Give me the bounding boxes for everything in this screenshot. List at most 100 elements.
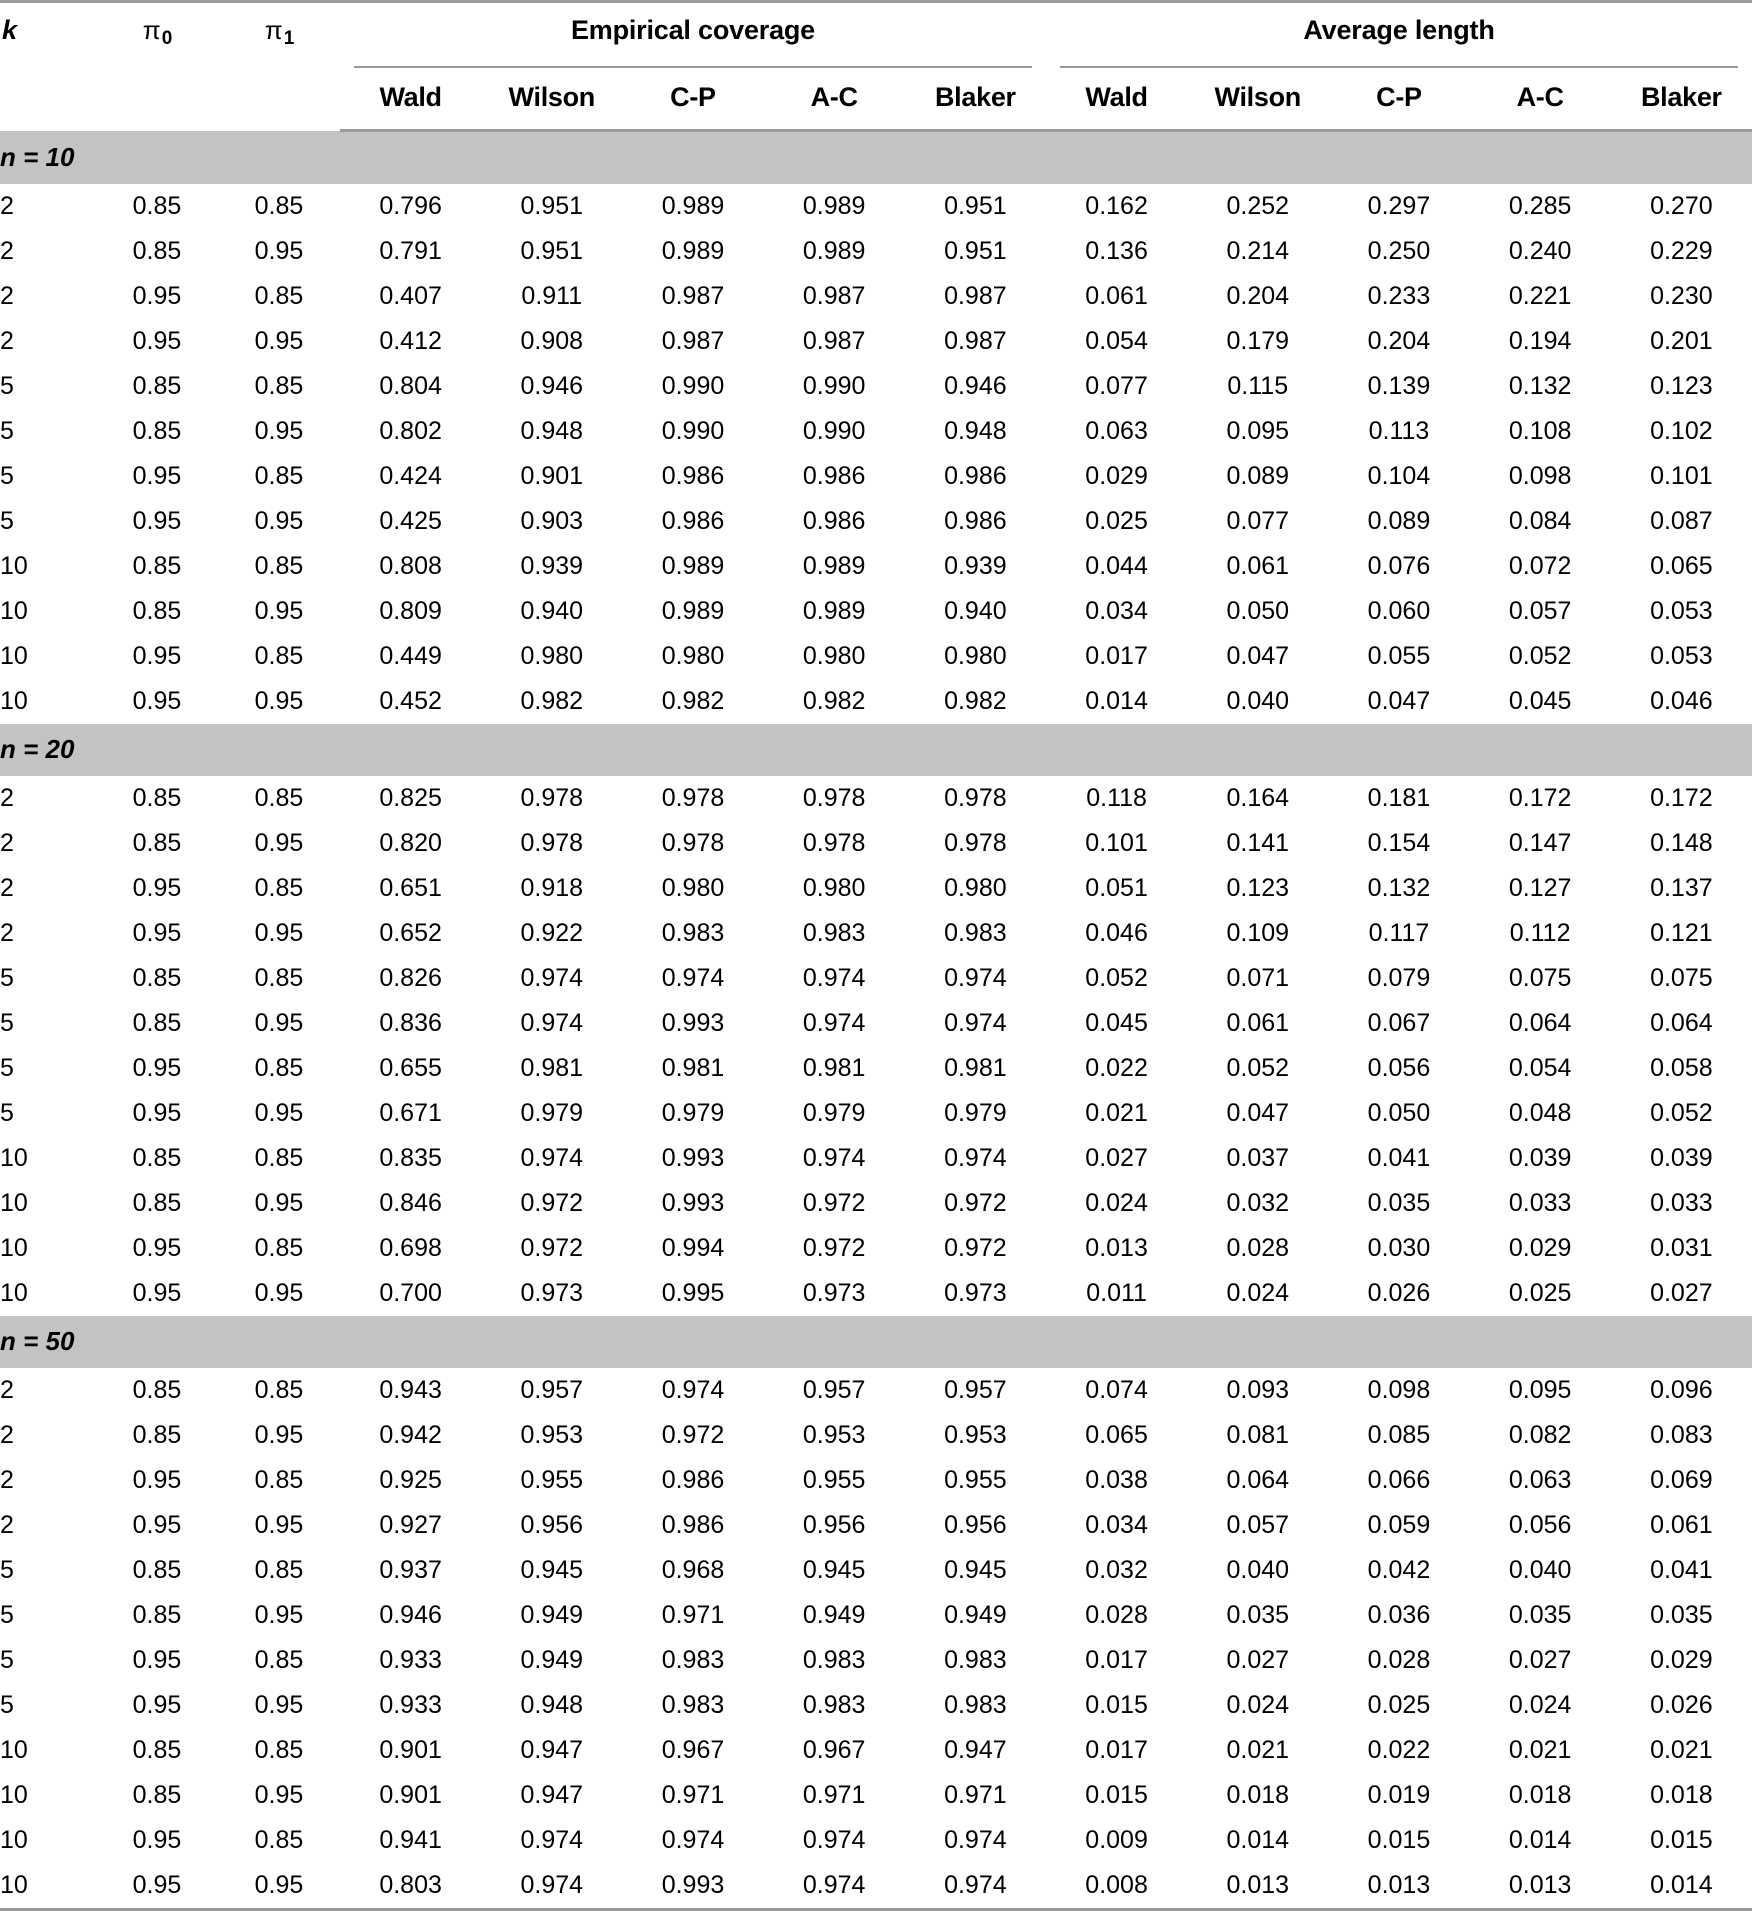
cell-coverage-cp: 0.986 [661, 1466, 725, 1494]
cell-pi0: 0.95 [132, 1054, 182, 1082]
section-variable: n [0, 1326, 16, 1356]
cell-coverage-wilson: 0.978 [520, 829, 584, 857]
cell-pi1: 0.85 [254, 1736, 304, 1764]
table-row: 2 0.85 0.95 0.820 0.978 0.978 0.978 0.978 0.101 0… [0, 821, 1752, 866]
cell-coverage-blaker: 0.971 [944, 1781, 1007, 1809]
cell-k: 2 [0, 829, 14, 857]
cell-length-ac: 0.147 [1508, 829, 1572, 857]
cell-length-blaker: 0.015 [1650, 1826, 1713, 1854]
cell-length-wilson: 0.081 [1226, 1421, 1290, 1449]
cell-coverage-cp: 0.989 [661, 192, 725, 220]
cell-length-cp: 0.117 [1368, 919, 1430, 947]
table-row: 10 0.85 0.95 0.901 0.947 0.971 0.971 0.971 0.015… [0, 1773, 1752, 1818]
cell-length-ac: 0.040 [1508, 1556, 1572, 1584]
section-label-n-50: n = 50 [0, 1316, 1752, 1368]
table-row: 2 0.95 0.85 0.407 0.911 0.987 0.987 0.987 0.061 0… [0, 274, 1752, 319]
cell-coverage-ac: 0.989 [802, 552, 866, 580]
table-row: 5 0.85 0.95 0.836 0.974 0.993 0.974 0.974 0.045 0… [0, 1001, 1752, 1046]
cell-coverage-blaker: 0.974 [944, 1144, 1007, 1172]
table-row: 5 0.95 0.95 0.671 0.979 0.979 0.979 0.979 0.021 0… [0, 1091, 1752, 1136]
cell-length-ac: 0.052 [1508, 642, 1572, 670]
cell-length-wald: 0.022 [1085, 1054, 1148, 1082]
cell-length-wald: 0.011 [1086, 1279, 1147, 1307]
cell-pi1: 0.95 [254, 507, 304, 535]
cell-coverage-wald: 0.698 [379, 1234, 442, 1262]
cell-coverage-wald: 0.937 [379, 1556, 442, 1584]
section-equals: = [15, 142, 46, 172]
cell-length-cp: 0.076 [1367, 552, 1431, 580]
cell-length-blaker: 0.201 [1650, 327, 1713, 355]
cell-coverage-cp: 0.993 [661, 1144, 725, 1172]
cell-coverage-cp: 0.986 [661, 462, 725, 490]
cell-coverage-ac: 0.987 [802, 327, 866, 355]
cell-length-ac: 0.014 [1508, 1826, 1572, 1854]
cell-pi1: 0.95 [254, 1189, 304, 1217]
column-header-length-wald: Wald [1045, 74, 1188, 132]
cell-pi0: 0.85 [132, 1781, 182, 1809]
cell-pi1: 0.95 [254, 1511, 304, 1539]
cell-length-wilson: 0.014 [1226, 1826, 1290, 1854]
table-row: 2 0.95 0.95 0.412 0.908 0.987 0.987 0.987 0.054 0… [0, 319, 1752, 364]
cell-length-cp: 0.098 [1367, 1376, 1431, 1404]
cell-coverage-ac: 0.945 [802, 1556, 866, 1584]
table-row: 2 0.85 0.85 0.825 0.978 0.978 0.978 0.978 0.118 0… [0, 776, 1752, 821]
cell-k: 5 [0, 1646, 14, 1674]
cell-pi0: 0.95 [132, 282, 182, 310]
table-row: 5 0.95 0.85 0.655 0.981 0.981 0.981 0.981 0.022 0… [0, 1046, 1752, 1091]
cell-length-wald: 0.013 [1085, 1234, 1148, 1262]
pi1-symbol: π [264, 15, 283, 45]
cell-coverage-cp: 0.968 [661, 1556, 725, 1584]
cell-pi1: 0.95 [254, 829, 304, 857]
cell-coverage-cp: 0.980 [661, 642, 725, 670]
cell-coverage-ac: 0.967 [802, 1736, 866, 1764]
cell-length-wald: 0.077 [1085, 372, 1148, 400]
table-row: 10 0.95 0.95 0.700 0.973 0.995 0.973 0.973 0.011… [0, 1271, 1752, 1316]
cell-k: 5 [0, 372, 14, 400]
cell-length-cp: 0.233 [1367, 282, 1431, 310]
column-header-coverage-blaker: Blaker [904, 74, 1046, 132]
cell-length-wald: 0.017 [1085, 1736, 1148, 1764]
cell-pi0: 0.95 [132, 327, 182, 355]
cell-length-wilson: 0.024 [1226, 1279, 1290, 1307]
pi0-subscript: 0 [161, 28, 173, 49]
cell-length-ac: 0.039 [1508, 1144, 1572, 1172]
cell-length-wilson: 0.028 [1226, 1234, 1290, 1262]
cell-coverage-ac: 0.955 [802, 1466, 866, 1494]
cell-pi0: 0.85 [132, 1376, 182, 1404]
cell-length-ac: 0.098 [1508, 462, 1572, 490]
cell-coverage-cp: 0.974 [661, 964, 725, 992]
cell-coverage-ac: 0.980 [802, 874, 866, 902]
cell-length-cp: 0.181 [1367, 784, 1431, 812]
cell-coverage-ac: 0.971 [802, 1781, 866, 1809]
cell-length-wilson: 0.093 [1226, 1376, 1290, 1404]
table-row: 5 0.95 0.95 0.425 0.903 0.986 0.986 0.986 0.025 0… [0, 499, 1752, 544]
cell-length-blaker: 0.270 [1650, 192, 1713, 220]
cell-pi1: 0.95 [254, 1279, 304, 1307]
table-row: 5 0.95 0.85 0.424 0.901 0.986 0.986 0.986 0.029 0… [0, 454, 1752, 499]
cell-coverage-ac: 0.979 [802, 1099, 866, 1127]
cell-coverage-wald: 0.846 [379, 1189, 442, 1217]
cell-coverage-wilson: 0.918 [520, 874, 584, 902]
cell-length-wald: 0.034 [1085, 597, 1148, 625]
cell-pi1: 0.95 [218, 1863, 340, 1911]
cell-coverage-wilson: 0.951 [520, 192, 584, 220]
cell-length-wilson: 0.064 [1226, 1466, 1290, 1494]
cell-length-ac: 0.029 [1508, 1234, 1572, 1262]
cell-coverage-ac: 0.987 [802, 282, 866, 310]
cell-length-cp: 0.089 [1367, 507, 1431, 535]
cell-length-cp: 0.067 [1367, 1009, 1431, 1037]
cell-coverage-blaker: 0.951 [944, 237, 1007, 265]
cell-length-blaker: 0.033 [1650, 1189, 1713, 1217]
group-rule-empirical-coverage [340, 60, 1046, 74]
cell-coverage-cp: 0.978 [661, 784, 725, 812]
cell-coverage-wilson: 0.948 [520, 417, 584, 445]
section-variable: n [0, 142, 16, 172]
cell-coverage-ac: 0.974 [802, 1009, 866, 1037]
cell-length-blaker: 0.035 [1650, 1601, 1713, 1629]
cell-k: 2 [0, 874, 14, 902]
group-rule-average-length [1046, 60, 1752, 74]
section-header-row: n = 10 [0, 130, 1752, 184]
cell-pi0: 0.95 [132, 1234, 182, 1262]
cell-coverage-blaker: 0.986 [944, 462, 1007, 490]
cell-coverage-wilson: 0.947 [520, 1781, 584, 1809]
